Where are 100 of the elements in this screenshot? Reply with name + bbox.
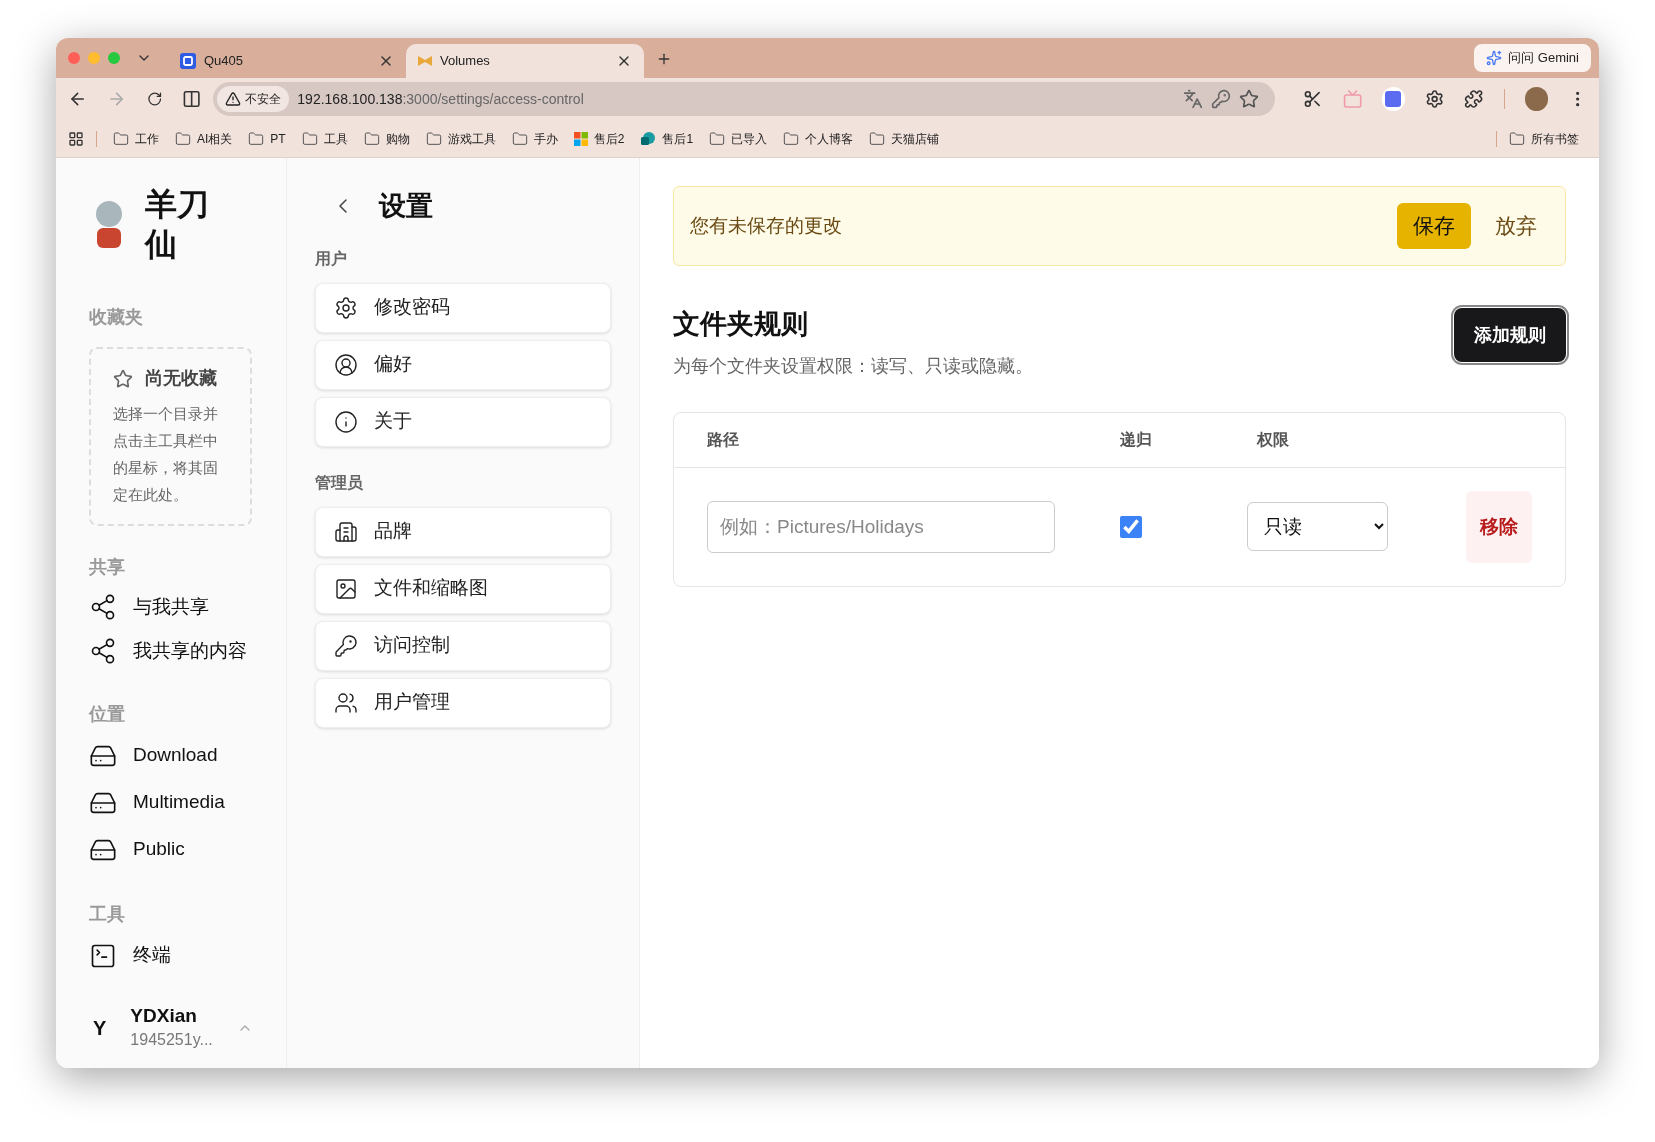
user-name: YDXian <box>130 1004 198 1028</box>
section-title: 文件夹规则 <box>673 308 809 341</box>
path-input[interactable]: 例如：Pictures/Holidays <box>707 500 1055 553</box>
settings-title: 设置 <box>379 190 433 223</box>
nav-item[interactable]: 与我共享 <box>89 585 253 629</box>
banner-message: 您有未保存的更改 <box>690 213 843 238</box>
bookmark-link[interactable]: 工具 <box>293 129 356 148</box>
translate-icon[interactable] <box>1183 89 1204 109</box>
nav-item[interactable]: Multimedia <box>89 779 253 826</box>
column-header: 路径 <box>707 429 740 450</box>
user-id: 1945251y... <box>130 1030 213 1050</box>
folder-icon <box>1509 130 1525 147</box>
profile-avatar[interactable] <box>1524 87 1548 111</box>
bookmark-link[interactable]: 游戏工具 <box>417 129 504 148</box>
users-icon <box>334 690 358 715</box>
scissors-icon[interactable] <box>1303 89 1323 109</box>
section-subtitle: 为每个文件夹设置权限：读写、只读或隐藏。 <box>673 354 1034 378</box>
folder-icon <box>783 130 800 147</box>
image-icon <box>334 576 358 601</box>
security-chip[interactable]: 不安全 <box>217 86 290 112</box>
extension-icon[interactable] <box>1381 87 1405 111</box>
bookmark-link[interactable]: 工作 <box>105 129 167 148</box>
new-tab-icon[interactable] <box>656 51 672 67</box>
star-icon[interactable] <box>1239 89 1260 109</box>
bookmark-link[interactable]: 个人博客 <box>775 129 862 148</box>
share-icon <box>89 637 117 665</box>
recursive-checkbox[interactable] <box>1120 515 1142 538</box>
star-icon <box>113 368 133 389</box>
settings-menu-item[interactable]: 品牌 <box>315 506 611 557</box>
nav-item[interactable]: Public <box>89 826 253 873</box>
share-icon <box>89 593 117 621</box>
section-heading: 工具 <box>89 903 126 926</box>
folder-icon <box>425 130 442 147</box>
nav-item[interactable]: Download <box>89 732 253 779</box>
bookmark-link[interactable]: 天猫店铺 <box>861 129 948 148</box>
remove-button[interactable]: 移除 <box>1466 490 1532 563</box>
empty-description: 选择一个目录并点击主工具栏中的星标，将其固定在此处。 <box>113 404 219 505</box>
bookmark-link[interactable]: 售后2 <box>565 129 633 148</box>
gemini-button[interactable]: 问问 Gemini <box>1474 44 1591 72</box>
column-header: 递归 <box>1120 429 1153 450</box>
settings-menu-item[interactable]: 偏好 <box>315 339 611 390</box>
section-heading: 位置 <box>89 703 126 726</box>
key-icon <box>334 633 358 658</box>
bookmark-link[interactable]: PT <box>240 129 294 148</box>
warning-icon <box>225 91 242 107</box>
app-icon <box>180 53 196 69</box>
all-bookmarks-link[interactable]: 所有书签 <box>1509 129 1587 148</box>
folder-icon <box>113 130 129 147</box>
settings-menu-item[interactable]: 访问控制 <box>315 620 611 671</box>
tab-title: Volumes <box>440 52 491 71</box>
puzzle-icon[interactable] <box>1464 89 1484 109</box>
section-heading: 共享 <box>89 556 126 579</box>
user-initial: Y <box>93 1016 107 1041</box>
discard-button[interactable]: 放弃 <box>1495 203 1537 249</box>
nav-item[interactable]: 我共享的内容 <box>89 629 253 673</box>
bookmark-link[interactable]: 已导入 <box>701 129 776 148</box>
apps-icon[interactable] <box>68 130 84 147</box>
bookmark-link[interactable]: 售后1 <box>632 129 702 148</box>
nav-item[interactable]: 终端 <box>89 932 253 979</box>
settings-menu-item[interactable]: 关于 <box>315 396 611 447</box>
split-view-icon[interactable] <box>182 89 202 109</box>
permission-select[interactable]: 只读 <box>1247 502 1388 551</box>
gear-icon[interactable] <box>1425 89 1445 109</box>
building-icon <box>334 519 358 544</box>
folder-icon <box>709 130 726 147</box>
bookmark-link[interactable]: AI相关 <box>167 129 241 148</box>
sparkle-icon <box>1486 50 1503 66</box>
folder-icon <box>175 130 191 147</box>
app-title: 羊刀仙 <box>145 185 210 264</box>
browser-tab[interactable]: Qu405 <box>168 44 406 78</box>
user-menu[interactable]: Y YDXian 1945251y... <box>89 1004 253 1052</box>
folder-icon <box>301 130 318 147</box>
folder-icon <box>869 130 886 147</box>
save-button[interactable]: 保存 <box>1397 203 1471 249</box>
settings-menu-item[interactable]: 修改密码 <box>315 282 611 333</box>
group-heading: 管理员 <box>315 472 364 493</box>
settings-menu-item[interactable]: 文件和缩略图 <box>315 563 611 614</box>
info-icon <box>334 409 358 434</box>
address-bar[interactable]: 不安全 192.168.100.138:3000/settings/access-control <box>213 82 1276 116</box>
folder-icon <box>363 130 380 147</box>
tab-title: Qu405 <box>204 52 245 71</box>
group-heading: 用户 <box>315 248 348 269</box>
tiles-icon <box>573 131 588 146</box>
folder-icon <box>248 130 265 147</box>
url-text: 192.168.100.138:3000/settings/access-control <box>297 89 585 109</box>
folder-icon <box>511 130 528 147</box>
reload-icon[interactable] <box>146 91 163 107</box>
add-rule-button[interactable]: 添加规则 <box>1454 308 1566 362</box>
settings-icon <box>334 295 358 320</box>
bowtie-icon <box>418 55 432 67</box>
bookmark-link[interactable]: 手办 <box>503 129 566 148</box>
settings-menu-item[interactable]: 用户管理 <box>315 677 611 728</box>
user-icon <box>334 352 358 377</box>
browser-tab[interactable]: Volumes <box>406 44 644 78</box>
column-header: 权限 <box>1257 429 1289 450</box>
key-icon[interactable] <box>1211 89 1232 109</box>
section-heading: 收藏夹 <box>89 306 144 329</box>
empty-title: 尚无收藏 <box>145 367 217 390</box>
bookmark-link[interactable]: 购物 <box>355 129 418 148</box>
app-icon <box>640 130 657 147</box>
